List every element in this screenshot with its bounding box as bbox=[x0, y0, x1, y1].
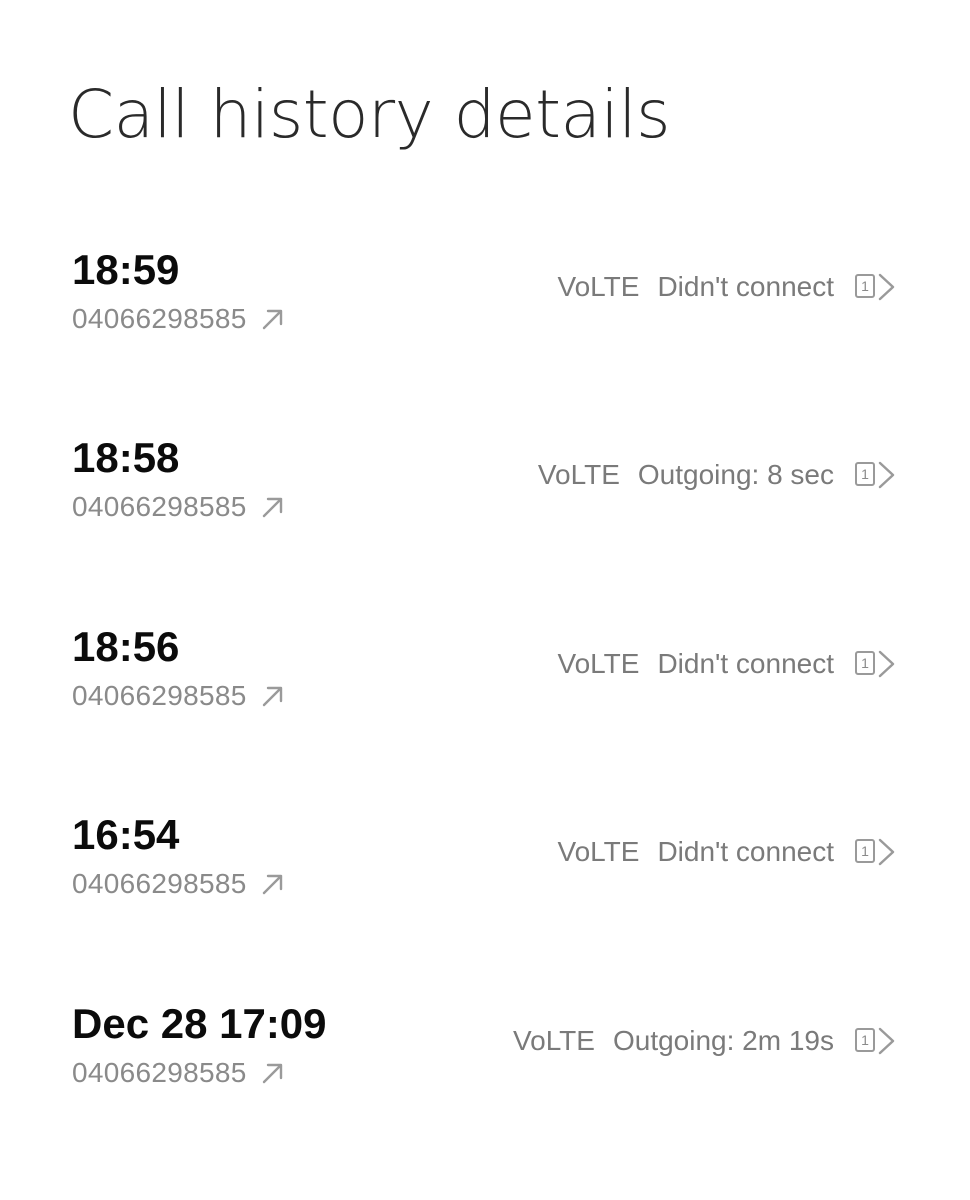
chevron-right-icon[interactable] bbox=[876, 272, 898, 302]
sim-card-icon: 1 bbox=[855, 462, 875, 486]
outgoing-arrow-icon bbox=[262, 686, 282, 707]
chevron-right-icon[interactable] bbox=[876, 460, 898, 490]
call-number-line: 04066298585 bbox=[72, 490, 287, 524]
call-history-row[interactable]: Dec 28 17:09 04066298585 VoLTE Outgoing:… bbox=[0, 984, 970, 1172]
call-time: Dec 28 17:09 bbox=[72, 1000, 327, 1047]
call-meta: VoLTE Didn't connect bbox=[557, 270, 834, 304]
network-type-label: VoLTE bbox=[557, 648, 640, 679]
call-meta: VoLTE Didn't connect bbox=[557, 835, 834, 869]
call-time: 16:54 bbox=[72, 811, 180, 858]
outgoing-arrow-icon bbox=[262, 309, 282, 330]
phone-number: 04066298585 bbox=[72, 868, 247, 899]
call-time: 18:58 bbox=[72, 434, 180, 481]
outgoing-arrow-icon bbox=[262, 874, 282, 895]
sim-card-icon: 1 bbox=[855, 274, 875, 298]
sim-card-icon: 1 bbox=[855, 1028, 875, 1052]
network-type-label: VoLTE bbox=[557, 836, 640, 867]
network-type-label: VoLTE bbox=[537, 459, 620, 490]
call-history-row[interactable]: 18:59 04066298585 VoLTE Didn't connect 1 bbox=[0, 230, 970, 418]
call-history-row[interactable]: 18:58 04066298585 VoLTE Outgoing: 8 sec … bbox=[0, 418, 970, 606]
call-time: 18:56 bbox=[72, 623, 180, 670]
network-type-label: VoLTE bbox=[557, 271, 640, 302]
phone-number: 04066298585 bbox=[72, 491, 247, 522]
outgoing-arrow-icon bbox=[262, 1063, 282, 1084]
chevron-right-icon[interactable] bbox=[876, 649, 898, 679]
call-number-line: 04066298585 bbox=[72, 867, 287, 901]
call-number-line: 04066298585 bbox=[72, 679, 287, 713]
call-history-row[interactable]: 18:56 04066298585 VoLTE Didn't connect 1 bbox=[0, 607, 970, 795]
phone-number: 04066298585 bbox=[72, 303, 247, 334]
call-number-line: 04066298585 bbox=[72, 302, 287, 336]
call-meta: VoLTE Outgoing: 8 sec bbox=[538, 458, 834, 492]
call-time: 18:59 bbox=[72, 246, 180, 293]
call-meta: VoLTE Didn't connect bbox=[557, 647, 834, 681]
call-status-label: Didn't connect bbox=[657, 836, 834, 867]
call-status-label: Didn't connect bbox=[657, 648, 834, 679]
call-meta: VoLTE Outgoing: 2m 19s bbox=[513, 1024, 834, 1058]
phone-number: 04066298585 bbox=[72, 680, 247, 711]
sim-card-icon: 1 bbox=[855, 651, 875, 675]
chevron-right-icon[interactable] bbox=[876, 837, 898, 867]
call-history-list: 18:59 04066298585 VoLTE Didn't connect 1… bbox=[0, 0, 970, 1200]
network-type-label: VoLTE bbox=[512, 1025, 595, 1056]
chevron-right-icon[interactable] bbox=[876, 1026, 898, 1056]
phone-number: 04066298585 bbox=[72, 1057, 247, 1088]
call-history-row[interactable]: 16:54 04066298585 VoLTE Didn't connect 1 bbox=[0, 795, 970, 983]
sim-card-icon: 1 bbox=[855, 839, 875, 863]
call-status-label: Outgoing: 8 sec bbox=[637, 459, 834, 490]
call-status-label: Didn't connect bbox=[657, 271, 834, 302]
outgoing-arrow-icon bbox=[262, 497, 282, 518]
call-status-label: Outgoing: 2m 19s bbox=[612, 1025, 834, 1056]
call-number-line: 04066298585 bbox=[72, 1056, 287, 1090]
